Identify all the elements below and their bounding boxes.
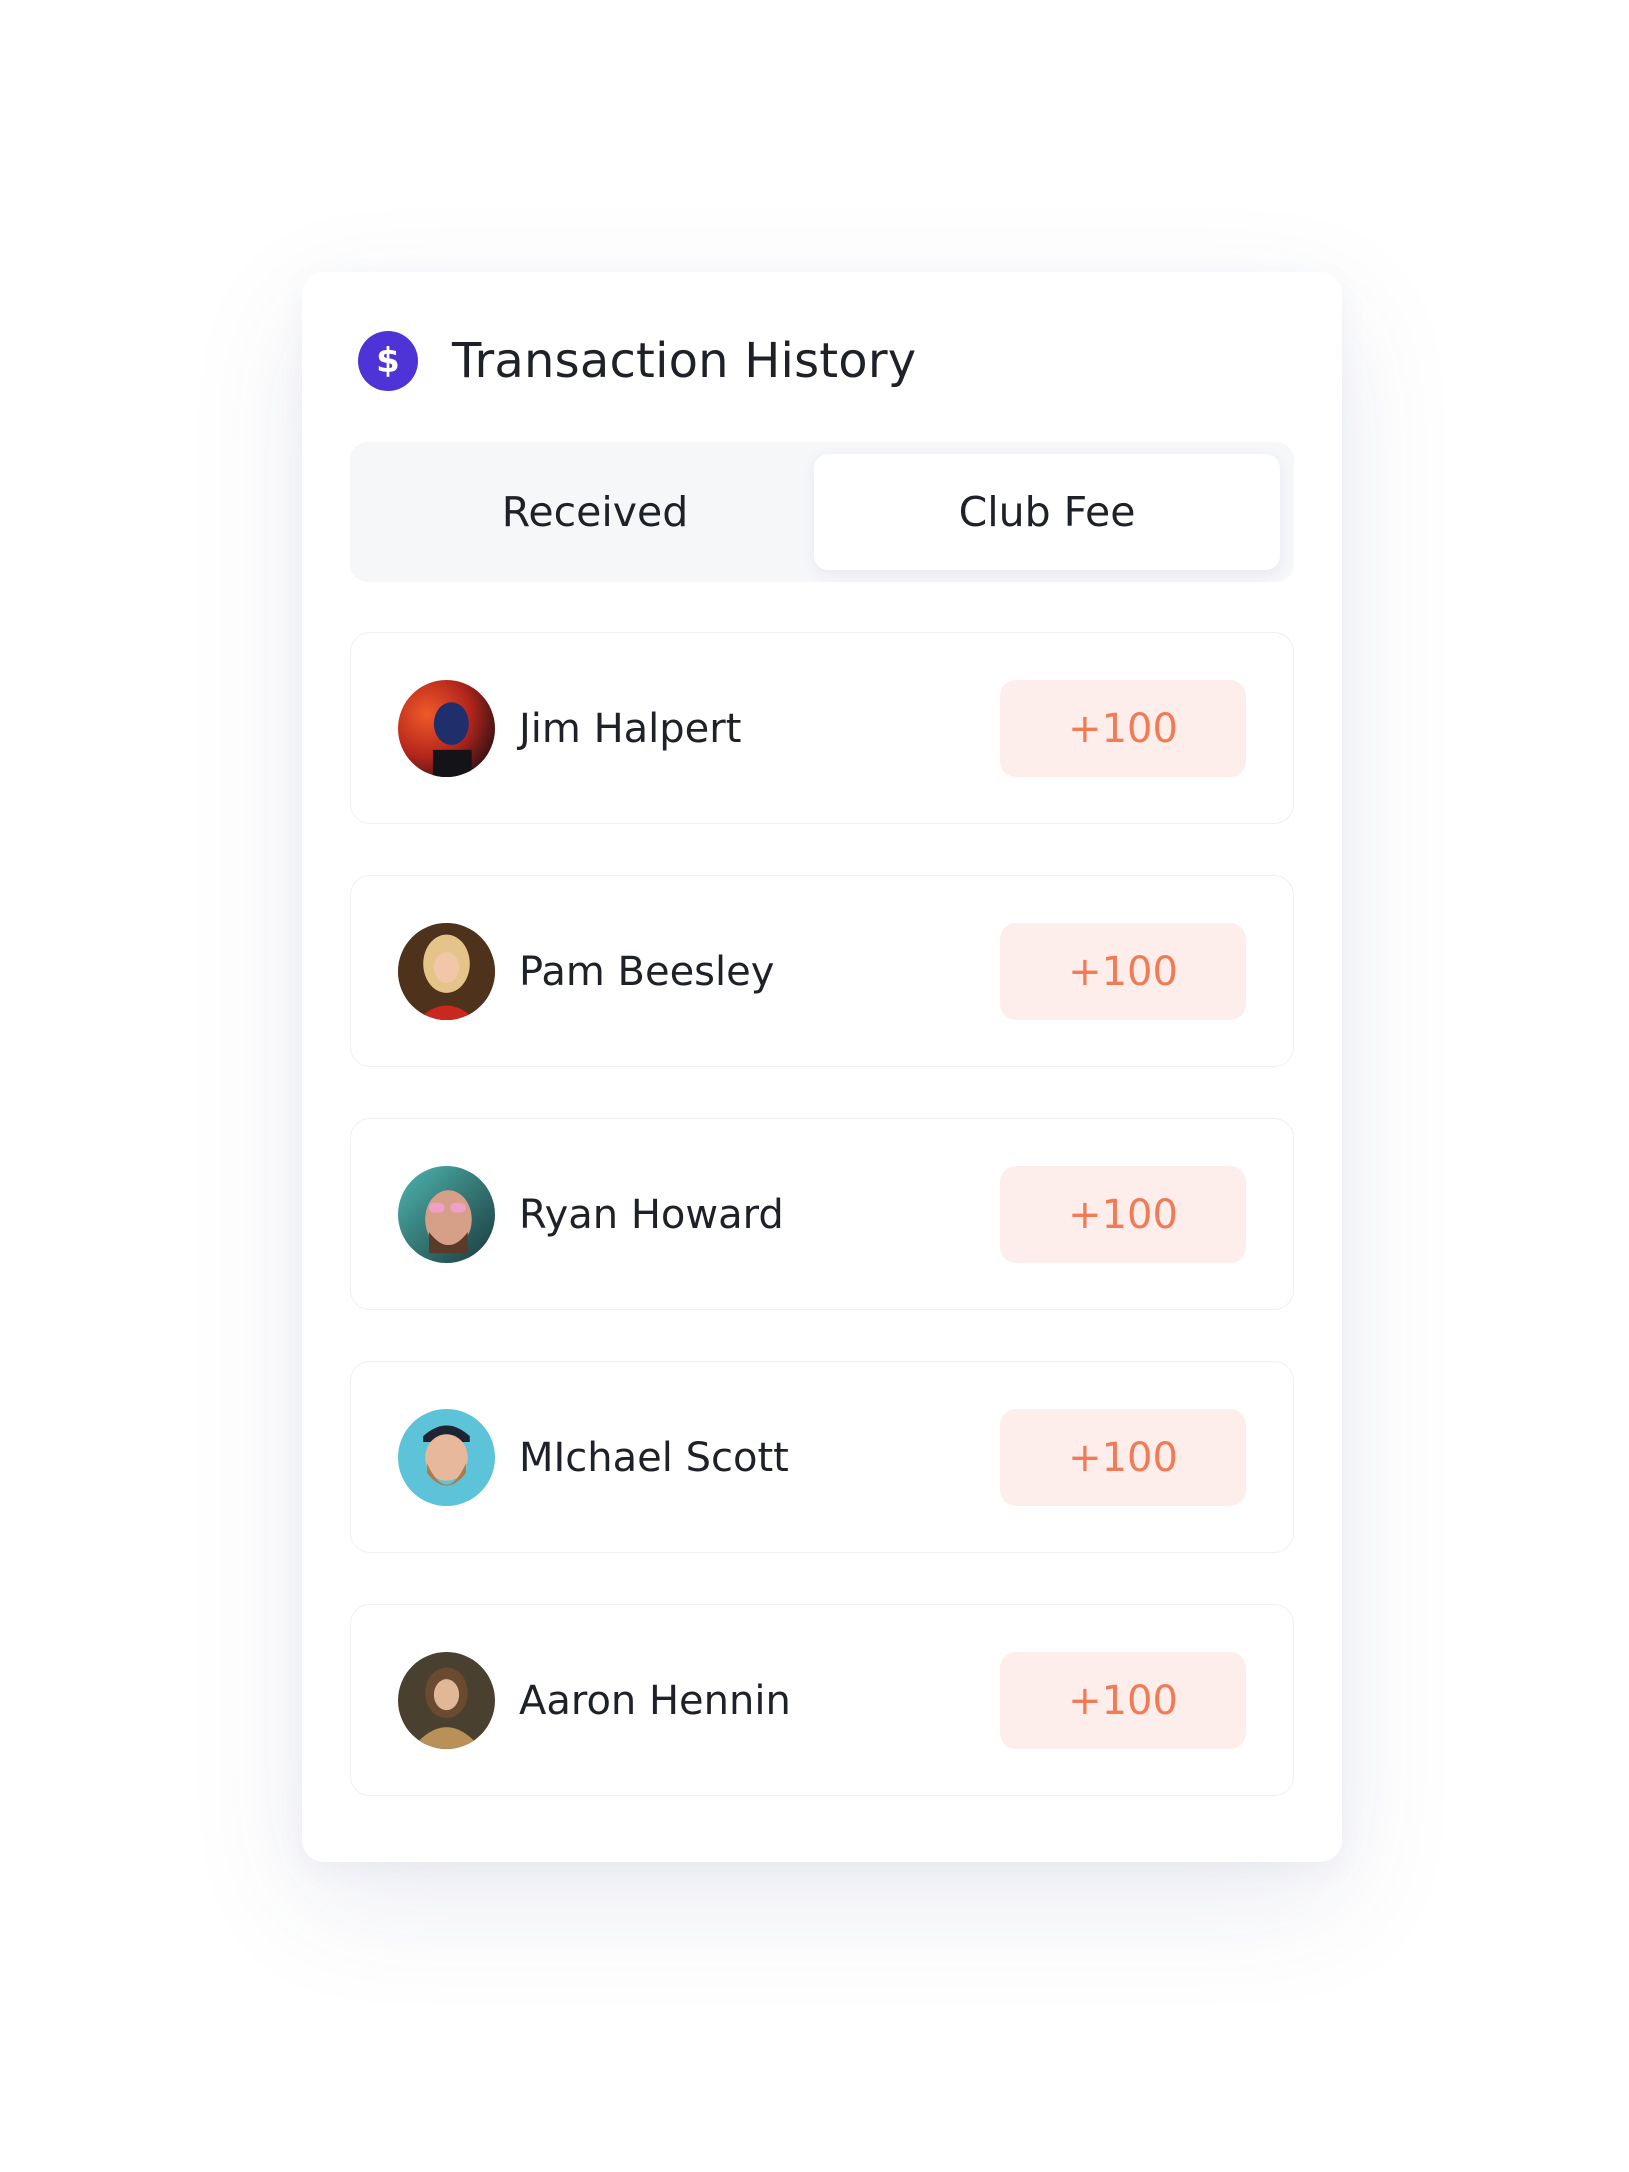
- avatar-photo-beard: [398, 1409, 495, 1506]
- transaction-history-card: $ Transaction History Received Club Fee: [302, 272, 1342, 1862]
- avatar: [398, 1652, 495, 1749]
- transaction-row[interactable]: Ryan Howard +100: [350, 1118, 1294, 1310]
- amount-badge: +100: [1000, 680, 1246, 777]
- amount-badge: +100: [1000, 1409, 1246, 1506]
- person-name: Ryan Howard: [519, 1192, 784, 1238]
- person-name: Aaron Hennin: [519, 1678, 791, 1724]
- avatar-photo-sweater: [398, 1652, 495, 1749]
- avatar-photo-glasses: [398, 1166, 495, 1263]
- avatar: [398, 680, 495, 777]
- avatar-photo-blonde: [398, 923, 495, 1020]
- avatar: [398, 1166, 495, 1263]
- transaction-row[interactable]: Jim Halpert +100: [350, 632, 1294, 824]
- tab-switcher: Received Club Fee: [350, 442, 1294, 582]
- tab-club-fee[interactable]: Club Fee: [814, 454, 1280, 570]
- tab-received[interactable]: Received: [362, 454, 828, 570]
- person-name: MIchael Scott: [519, 1435, 789, 1481]
- card-title: Transaction History: [452, 333, 917, 389]
- avatar: [398, 923, 495, 1020]
- amount-badge: +100: [1000, 1166, 1246, 1263]
- transaction-list: Jim Halpert +100 Pam Beesley +100 Ryan H…: [350, 632, 1294, 1847]
- transaction-row[interactable]: MIchael Scott +100: [350, 1361, 1294, 1553]
- person-name: Jim Halpert: [519, 706, 742, 752]
- amount-badge: +100: [1000, 923, 1246, 1020]
- avatar: [398, 1409, 495, 1506]
- avatar-photo-red: [398, 680, 495, 777]
- transaction-row[interactable]: Pam Beesley +100: [350, 875, 1294, 1067]
- card-header: $ Transaction History: [358, 330, 916, 392]
- person-name: Pam Beesley: [519, 949, 775, 995]
- transaction-row[interactable]: Aaron Hennin +100: [350, 1604, 1294, 1796]
- dollar-icon: $: [358, 331, 418, 391]
- amount-badge: +100: [1000, 1652, 1246, 1749]
